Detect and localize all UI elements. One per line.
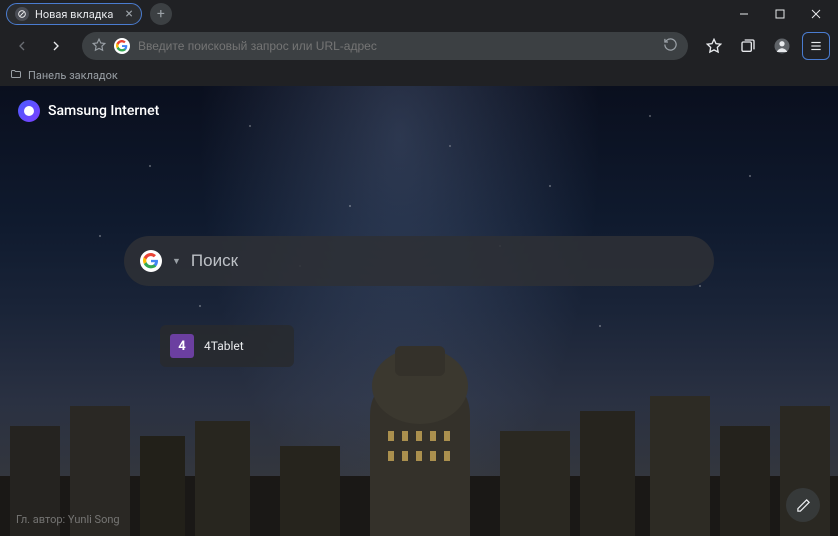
toolbar — [0, 28, 838, 64]
back-button[interactable] — [8, 32, 36, 60]
browser-tab[interactable]: Новая вкладка × — [6, 3, 142, 25]
minimize-button[interactable] — [726, 0, 762, 28]
menu-button[interactable] — [802, 32, 830, 60]
forward-button[interactable] — [42, 32, 70, 60]
maximize-button[interactable] — [762, 0, 798, 28]
folder-icon — [10, 68, 22, 83]
tab-title: Новая вкладка — [35, 8, 113, 21]
samsung-internet-icon — [18, 100, 40, 122]
shortcut-tile[interactable]: 4 4Tablet — [160, 325, 294, 367]
search-engine-icon[interactable] — [140, 250, 162, 272]
profile-icon[interactable] — [768, 32, 796, 60]
shortcut-favicon: 4 — [170, 334, 194, 358]
close-window-button[interactable] — [798, 0, 834, 28]
tab-favicon — [15, 7, 29, 21]
bookmarks-bar: Панель закладок — [0, 64, 838, 86]
background-cityscape — [0, 336, 838, 536]
edit-button[interactable] — [786, 488, 820, 522]
shortcut-label: 4Tablet — [204, 339, 244, 353]
search-input[interactable] — [191, 251, 698, 271]
chevron-down-icon[interactable]: ▼ — [172, 256, 181, 267]
reload-icon[interactable] — [663, 37, 678, 56]
new-tab-content: Samsung Internet ▼ 4 4Tablet Гл. автор: … — [0, 86, 838, 536]
address-bar[interactable] — [82, 32, 688, 60]
url-input[interactable] — [138, 39, 655, 53]
new-tab-button[interactable]: + — [150, 3, 172, 25]
bookmarks-bar-label[interactable]: Панель закладок — [28, 69, 118, 82]
window-controls — [726, 0, 834, 28]
wallpaper-credit: Гл. автор: Yunli Song — [16, 513, 120, 526]
titlebar: Новая вкладка × + — [0, 0, 838, 28]
search-box[interactable]: ▼ — [124, 236, 714, 286]
tabs-overview-icon[interactable] — [734, 32, 762, 60]
favorites-icon[interactable] — [700, 32, 728, 60]
brand-name: Samsung Internet — [48, 103, 159, 119]
google-icon — [114, 38, 130, 54]
brand: Samsung Internet — [18, 100, 159, 122]
close-icon[interactable]: × — [125, 6, 132, 22]
bookmark-icon[interactable] — [92, 37, 106, 56]
